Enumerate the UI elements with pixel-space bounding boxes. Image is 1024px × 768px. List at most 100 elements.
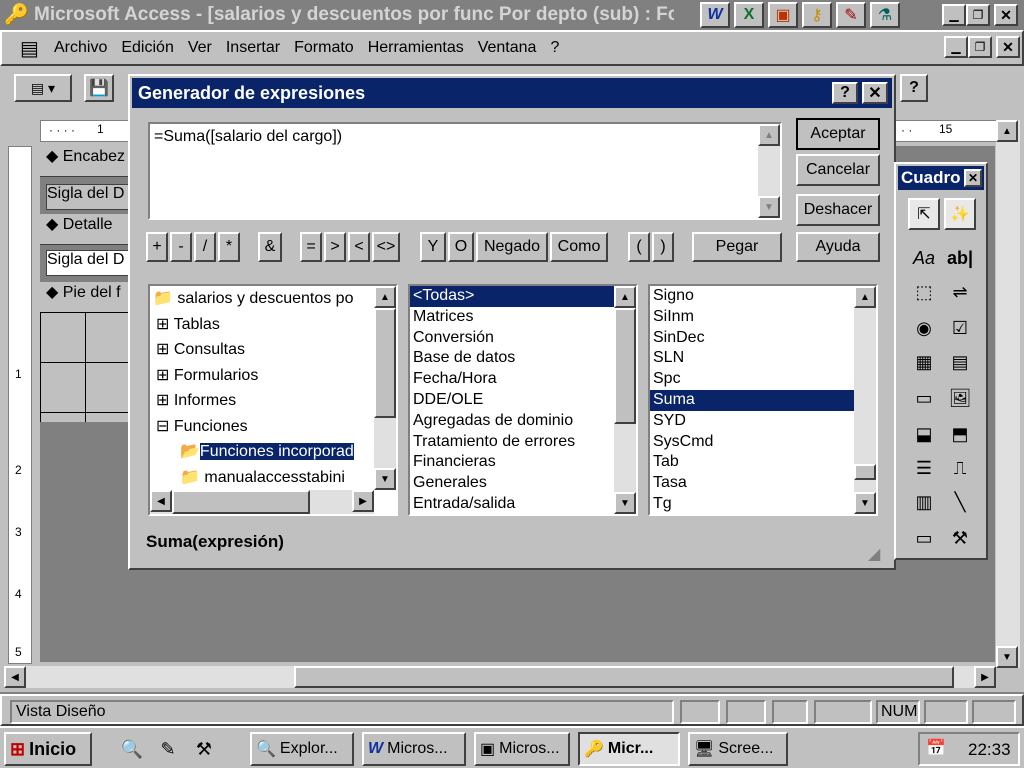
menu-help[interactable]: ? <box>550 39 559 57</box>
menu-herramientas[interactable]: Herramientas <box>368 39 464 57</box>
tab-control-icon[interactable]: ⎍ <box>944 454 976 482</box>
save-icon[interactable]: 💾 <box>84 74 114 102</box>
op-concat[interactable]: & <box>258 232 282 262</box>
category-item[interactable]: Fecha/Hora <box>410 369 614 390</box>
function-item[interactable]: Tasa <box>650 473 854 494</box>
unbound-object-icon[interactable]: ⬓ <box>908 420 940 448</box>
tree-item-formularios[interactable]: ⊞ Formularios <box>150 363 374 389</box>
field-sigla-header[interactable]: Sigla del D <box>46 184 132 210</box>
function-item[interactable]: SiInm <box>650 307 854 328</box>
dialog-close-button[interactable]: ✕ <box>862 82 888 104</box>
category-item[interactable]: Conversión <box>410 328 614 349</box>
menu-ver[interactable]: Ver <box>188 39 212 57</box>
category-item[interactable]: Base de datos <box>410 348 614 369</box>
image-icon[interactable]: 🖼 <box>944 384 976 412</box>
category-item[interactable]: Financieras <box>410 452 614 473</box>
section-footer[interactable]: ◆ Pie del f <box>40 282 130 313</box>
function-item[interactable]: Spc <box>650 369 854 390</box>
tree-vscroll[interactable]: ▲ ▼ <box>374 286 396 490</box>
tree-item-informes[interactable]: ⊞ Informes <box>150 388 374 414</box>
task-powerpoint[interactable]: ▣ Micros... <box>474 732 570 766</box>
function-item[interactable]: SysCmd <box>650 432 854 453</box>
op-greater[interactable]: > <box>324 232 346 262</box>
start-button[interactable]: ⊞ Inicio <box>4 732 92 766</box>
dialog-help-button[interactable]: ? <box>832 82 858 104</box>
function-item[interactable]: Tab <box>650 452 854 473</box>
line-icon[interactable]: ╲ <box>944 488 976 516</box>
combo-box-icon[interactable]: ▦ <box>908 348 940 376</box>
category-vscroll[interactable]: ▲ ▼ <box>614 286 636 514</box>
excel-icon[interactable]: X <box>734 2 764 28</box>
toggle-button-icon[interactable]: ⇌ <box>944 278 976 306</box>
task-screen[interactable]: 🖥 Scree... <box>688 732 788 766</box>
category-item[interactable]: Entrada/salida <box>410 494 614 514</box>
subform-icon[interactable]: ▥ <box>908 488 940 516</box>
help-button[interactable]: Ayuda <box>796 232 880 262</box>
app-restore-button[interactable]: ❐ <box>966 4 990 26</box>
menu-ventana[interactable]: Ventana <box>478 39 537 57</box>
op-like[interactable]: Como <box>550 232 608 262</box>
category-item[interactable]: Agregadas de dominio <box>410 411 614 432</box>
op-equal[interactable]: = <box>300 232 322 262</box>
canvas-vscroll[interactable]: ▲ ▼ <box>996 120 1020 668</box>
op-multiply[interactable]: * <box>218 232 240 262</box>
app-close-button[interactable]: ✕ <box>994 4 1018 26</box>
op-not[interactable]: Negado <box>476 232 548 262</box>
function-item[interactable]: Suma <box>650 389 854 411</box>
checkbox-icon[interactable]: ☑ <box>944 314 976 342</box>
category-item[interactable]: DDE/OLE <box>410 390 614 411</box>
control-wizards-icon[interactable]: ✨ <box>944 198 976 230</box>
tree-item-manual[interactable]: 📁 manualaccesstabini <box>150 465 374 491</box>
binder-icon[interactable]: ⚗ <box>870 2 900 28</box>
function-item[interactable]: SLN <box>650 348 854 369</box>
scheduler-icon[interactable]: 📅 <box>926 738 946 758</box>
doc-minimize-button[interactable]: ▁ <box>944 36 968 58</box>
op-open-paren[interactable]: ( <box>628 232 650 262</box>
tree-item-funciones[interactable]: ⊟ Funciones <box>150 414 374 440</box>
op-less[interactable]: < <box>348 232 370 262</box>
section-detail[interactable]: ◆ Detalle <box>40 214 130 245</box>
expression-text[interactable]: =Suma([salario del cargo]) <box>154 128 342 146</box>
canvas-hscroll[interactable]: ◀ ▶ <box>4 666 996 688</box>
task-explorer[interactable]: 🔍 Explor... <box>250 732 354 766</box>
expression-scrollbar[interactable]: ▲ ▼ <box>758 124 780 218</box>
op-plus[interactable]: + <box>146 232 168 262</box>
app-minimize-button[interactable]: ▁ <box>942 4 966 26</box>
toolbox-close-button[interactable]: ✕ <box>964 169 982 187</box>
outlook-quicklaunch-icon[interactable]: ✎ <box>154 736 182 762</box>
command-button-icon[interactable]: ▭ <box>908 384 940 412</box>
tree-item-funciones-incorporadas[interactable]: 📂Funciones incorporad <box>150 439 374 465</box>
field-sigla-detail[interactable]: Sigla del D <box>46 250 132 276</box>
accept-button[interactable]: Aceptar <box>796 118 880 150</box>
category-list[interactable]: <Todas> Matrices Conversión Base de dato… <box>408 284 638 516</box>
menu-formato[interactable]: Formato <box>294 39 354 57</box>
op-divide[interactable]: / <box>194 232 216 262</box>
paste-button[interactable]: Pegar <box>692 232 782 262</box>
function-item[interactable]: Signo <box>650 286 854 307</box>
tree-hscroll[interactable]: ◀ ▶ <box>150 490 374 514</box>
doc-close-button[interactable]: ✕ <box>996 36 1020 58</box>
function-list[interactable]: Signo SiInm SinDec SLN Spc Suma SYD SysC… <box>648 284 878 516</box>
op-close-paren[interactable]: ) <box>652 232 674 262</box>
op-not-equal[interactable]: <> <box>372 232 400 262</box>
category-item[interactable]: <Todas> <box>410 286 614 307</box>
menu-edicion[interactable]: Edición <box>121 39 173 57</box>
function-item[interactable]: SinDec <box>650 328 854 349</box>
function-item[interactable]: Tg <box>650 494 854 514</box>
page-break-icon[interactable]: ☰ <box>908 454 940 482</box>
op-or[interactable]: O <box>448 232 474 262</box>
resize-grip-icon[interactable]: ◢ <box>868 544 880 564</box>
label-icon[interactable]: Aa <box>908 244 940 272</box>
schedule-icon[interactable]: ✎ <box>836 2 866 28</box>
menu-archivo[interactable]: Archivo <box>54 39 107 57</box>
tree-item-tablas[interactable]: ⊞ Tablas <box>150 312 374 338</box>
op-minus[interactable]: - <box>170 232 192 262</box>
list-box-icon[interactable]: ▤ <box>944 348 976 376</box>
task-access-active[interactable]: 🔑 Micr... <box>578 732 680 766</box>
doc-restore-button[interactable]: ❐ <box>968 36 992 58</box>
more-controls-icon[interactable]: ⚒ <box>944 524 976 552</box>
access-icon[interactable]: ⚷ <box>802 2 832 28</box>
view-button[interactable]: ▤ ▾ <box>14 74 72 102</box>
option-group-icon[interactable]: ⬚ <box>908 278 940 306</box>
category-item[interactable]: Matrices <box>410 307 614 328</box>
